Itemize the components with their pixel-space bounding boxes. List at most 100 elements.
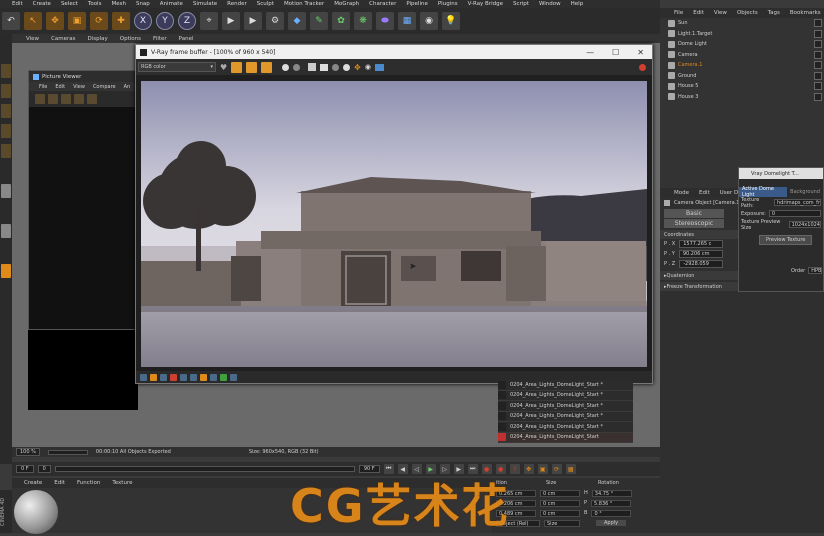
tab-basic[interactable]: Basic [664,209,724,218]
object-row[interactable]: Sun [660,18,824,29]
move-tool-icon[interactable]: ↖ [24,12,42,30]
coord-size-select[interactable]: Size [544,519,580,527]
render-queue-item[interactable]: 0204_Area_Lights_DomeLight_Start [498,432,633,443]
gray-dot-icon[interactable] [293,63,301,71]
render-icon[interactable] [61,94,71,104]
object-tag-icon[interactable] [814,92,822,101]
material-sphere-icon[interactable] [14,490,58,534]
render-queue-item[interactable]: 0204_Area_Lights_DomeLight_Start * [498,401,633,412]
light-icon[interactable]: 💡 [442,12,460,30]
render-settings-icon[interactable]: ⚙ [266,12,284,30]
render-view-icon[interactable]: ▶ [222,12,240,30]
save-icon[interactable] [308,63,317,71]
order-field[interactable]: HPB [808,267,823,274]
preview-texture-button[interactable]: Preview Texture [759,234,813,245]
monitor-icon[interactable] [374,63,384,71]
object-row[interactable]: Camera.1 [660,60,824,71]
object-row[interactable]: Light.1.Target [660,29,824,40]
viewport-menu-options[interactable]: Options [120,36,141,42]
menu-help[interactable]: Help [571,1,584,7]
om-menu-tags[interactable]: Tags [768,10,780,16]
start-frame-field[interactable]: 0 F [16,465,34,473]
tab-stereoscopic[interactable]: Stereoscopic [664,219,724,228]
menu-sculpt[interactable]: Sculpt [257,1,274,7]
rotation-field[interactable]: 5.836 ° [591,499,632,507]
tool-icon[interactable] [1,64,11,78]
channel-select[interactable]: RGB color ▾ [138,62,216,72]
status-icon[interactable] [180,373,187,381]
object-tag-icon[interactable] [814,61,822,70]
heart-icon[interactable]: ♥ [220,63,227,72]
menu-script[interactable]: Script [513,1,529,7]
y-axis-toggle[interactable]: Y [156,12,174,30]
pv-menu-view[interactable]: View [73,84,85,90]
pv-menu-compare[interactable]: Compare [93,84,116,90]
rotate-key-icon[interactable]: ⟳ [551,464,562,474]
am-menu-mode[interactable]: Mode [674,190,689,196]
object-row[interactable]: House 3 [660,92,824,103]
tool-icon[interactable] [1,264,11,278]
maximize-button[interactable]: ☐ [612,48,619,57]
menu-mograph[interactable]: MoGraph [334,1,359,7]
pv-menu-edit[interactable]: Edit [55,84,65,90]
status-icon[interactable] [230,373,237,381]
help-icon[interactable]: ? [509,464,520,474]
texture-path-field[interactable]: hdrimaps_com_fr [774,199,821,206]
viewport-menu-filter[interactable]: Filter [153,36,167,42]
tool-icon[interactable] [1,104,11,118]
size-field[interactable]: 0 cm [540,509,580,517]
pv-menu-file[interactable]: File [39,84,47,90]
size-field[interactable]: 0 cm [540,499,580,507]
scale-icon[interactable]: ▣ [68,12,86,30]
object-row[interactable]: House 5 [660,81,824,92]
size-field[interactable]: 0 cm [540,489,580,497]
menu-tools[interactable]: Tools [88,1,102,7]
object-tag-icon[interactable] [814,40,822,49]
apply-button[interactable]: Apply [596,520,627,526]
tool-icon[interactable] [1,144,11,158]
tab-background[interactable]: Background [787,187,823,197]
close-button[interactable]: ✕ [637,48,644,57]
rotate-icon[interactable]: ⟳ [90,12,108,30]
object-tag-icon[interactable] [814,19,822,28]
menu-animate[interactable]: Animate [160,1,183,7]
menu-pipeline[interactable]: Pipeline [406,1,428,7]
menu-motion-tracker[interactable]: Motion Tracker [284,1,324,7]
object-tag-icon[interactable] [814,50,822,59]
object-tag-icon[interactable] [814,82,822,91]
tool-icon[interactable] [1,84,11,98]
region-icon[interactable] [332,63,340,71]
coordinate-system-icon[interactable]: ⌖ [200,12,218,30]
status-icon[interactable] [160,373,167,381]
stop-icon[interactable] [87,94,97,104]
camera-icon[interactable]: ◉ [420,12,438,30]
white-dot-icon[interactable] [282,63,290,71]
status-icon[interactable] [150,373,157,381]
status-icon[interactable] [220,373,227,381]
scale-key-icon[interactable]: ▣ [537,464,548,474]
render-queue-item[interactable]: 0204_Area_Lights_DomeLight_Start * [498,380,633,391]
om-menu-bookmarks[interactable]: Bookmarks [790,10,821,16]
status-icon[interactable] [200,373,207,381]
object-tag-icon[interactable] [814,29,822,38]
menu-render[interactable]: Render [227,1,247,7]
render-queue-item[interactable]: 0204_Area_Lights_DomeLight_Start * [498,391,633,401]
viewport-menu-view[interactable]: View [26,36,39,42]
status-icon[interactable] [170,373,177,381]
zoom-field[interactable]: 100 % [16,448,40,456]
green-channel-button[interactable] [246,61,258,73]
compare-icon[interactable] [74,94,84,104]
material-menu-create[interactable]: Create [24,480,42,486]
menu-edit[interactable]: Edit [12,1,23,7]
material-menu-edit[interactable]: Edit [54,480,65,486]
menu-select[interactable]: Select [61,1,78,7]
menu-mesh[interactable]: Mesh [111,1,125,7]
red-channel-button[interactable] [231,61,243,73]
menu-plugins[interactable]: Plugins [438,1,458,7]
subdivision-icon[interactable]: ✿ [332,12,350,30]
floor-icon[interactable]: ▦ [398,12,416,30]
om-menu-view[interactable]: View [714,10,727,16]
om-menu-edit[interactable]: Edit [693,10,704,16]
param-key-icon[interactable]: ▦ [565,464,576,474]
material-menu-function[interactable]: Function [77,480,100,486]
